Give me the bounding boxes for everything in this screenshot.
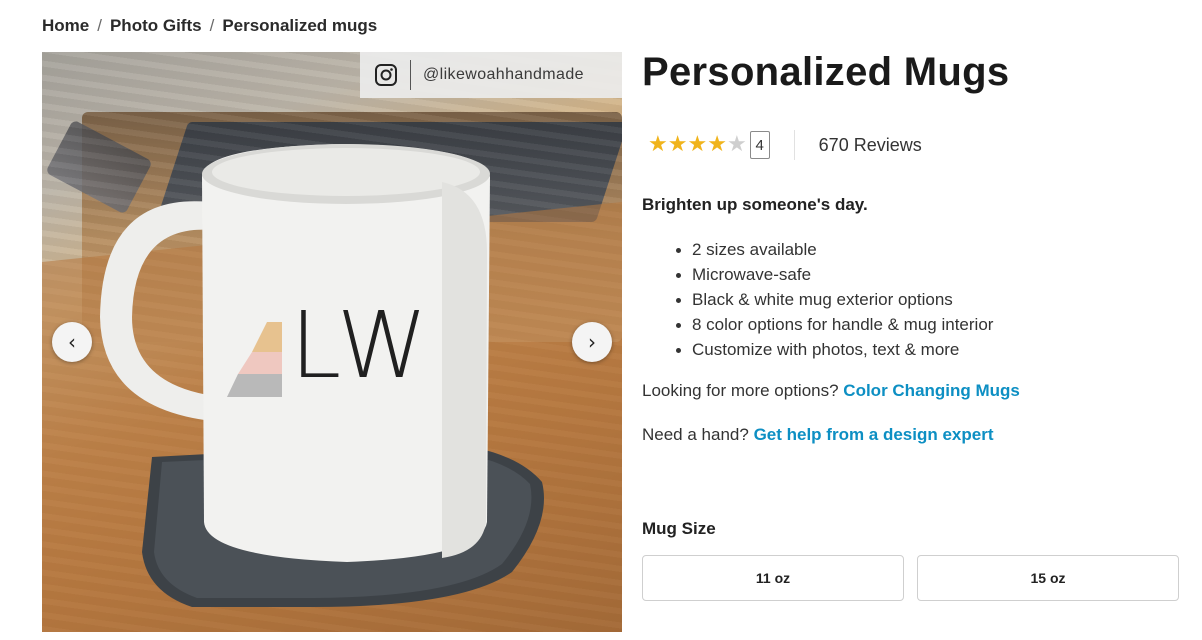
carousel-prev-button[interactable]: ‹ <box>52 322 92 362</box>
reviews-link[interactable]: 670 Reviews <box>819 135 922 156</box>
feature-list: 2 sizes available Microwave-safe Black &… <box>674 237 993 362</box>
mug-size-label: Mug Size <box>642 519 716 538</box>
more-options-text: Looking for more options? <box>642 381 839 400</box>
chevron-right-icon: › <box>588 330 596 354</box>
chevron-left-icon: ‹ <box>68 330 76 354</box>
star-rating: ★ ★ ★ ★ ★ <box>648 134 747 156</box>
breadcrumb-current: Personalized mugs <box>222 16 378 35</box>
feature-item: Black & white mug exterior options <box>674 287 993 312</box>
design-expert-link[interactable]: Get help from a design expert <box>754 425 994 444</box>
feature-item: 2 sizes available <box>674 237 993 262</box>
product-image: LW @likewoahhandmade ‹ › <box>42 52 622 632</box>
help-line: Need a hand? Get help from a design expe… <box>642 425 994 445</box>
star-icon: ★ <box>667 132 688 157</box>
more-options-line: Looking for more options? Color Changing… <box>642 381 1020 401</box>
rating-value: 4 <box>749 131 770 159</box>
star-icon: ★ <box>707 132 727 157</box>
size-option-11oz[interactable]: 11 oz <box>642 555 904 601</box>
breadcrumb-photo-gifts[interactable]: Photo Gifts <box>110 16 202 36</box>
product-title: Personalized Mugs <box>642 50 1010 94</box>
mug-size-options: 11 oz 15 oz <box>642 555 1179 601</box>
breadcrumb-separator: / <box>209 16 215 35</box>
carousel-next-button[interactable]: › <box>572 322 612 362</box>
size-option-15oz[interactable]: 15 oz <box>917 555 1179 601</box>
help-text: Need a hand? <box>642 425 749 444</box>
star-icon: ★ <box>687 132 708 157</box>
feature-item: 8 color options for handle & mug interio… <box>674 312 993 337</box>
instagram-credit[interactable]: @likewoahhandmade <box>360 52 622 98</box>
star-icon: ★ <box>648 132 668 157</box>
instagram-handle: @likewoahhandmade <box>423 66 584 83</box>
feature-item: Customize with photos, text & more <box>674 337 993 362</box>
breadcrumb-separator: / <box>97 16 102 35</box>
breadcrumb: Home / Photo Gifts / Personalized mugs <box>42 14 377 38</box>
instagram-icon <box>375 64 397 86</box>
color-changing-mugs-link[interactable]: Color Changing Mugs <box>843 381 1020 400</box>
feature-item: Microwave-safe <box>674 262 993 287</box>
product-tagline: Brighten up someone's day. <box>642 195 868 214</box>
mug-monogram: LW <box>290 292 432 399</box>
breadcrumb-home[interactable]: Home <box>42 16 89 36</box>
star-empty-icon: ★ <box>726 132 747 157</box>
product-rating[interactable]: ★ ★ ★ ★ ★ 4 670 Reviews <box>648 130 922 160</box>
